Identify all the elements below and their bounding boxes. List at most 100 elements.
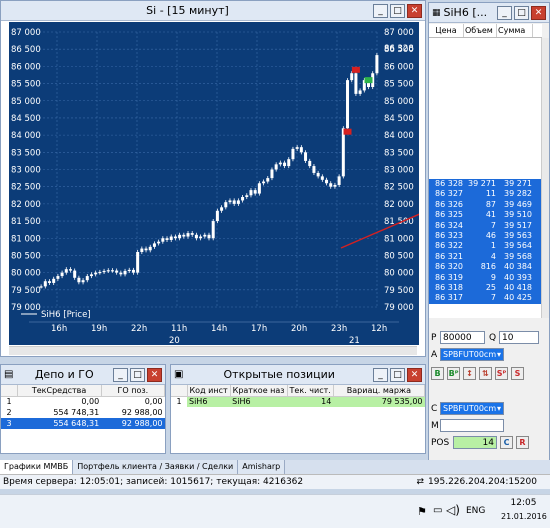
pos-cell: 79 535,00 <box>381 397 423 407</box>
book-cell: 40 418 <box>504 282 532 292</box>
account-row: A SPBFUT00cm ▾ <box>431 348 504 361</box>
positions-close-button[interactable]: ✕ <box>407 367 422 382</box>
chart-hscrollbar[interactable] <box>9 346 417 355</box>
book-row[interactable]: 86 327 11 39 282 <box>429 189 542 200</box>
candle-body <box>73 270 77 278</box>
candle-body <box>106 270 110 272</box>
candle-body <box>358 90 362 94</box>
candle-body <box>329 183 333 187</box>
reverse-button[interactable]: ⇅ <box>479 367 492 380</box>
book-row[interactable]: 86 326 87 39 469 <box>429 199 542 211</box>
buy-button[interactable]: B <box>431 367 444 380</box>
maximize-button[interactable]: □ <box>390 3 405 18</box>
book-maximize-button[interactable]: □ <box>514 5 529 20</box>
positions-maximize-button[interactable]: □ <box>390 367 405 382</box>
day-label: 21 <box>349 336 360 345</box>
book-row[interactable]: 86 325 41 39 510 <box>429 210 542 221</box>
price-input[interactable] <box>440 331 485 344</box>
candle-body <box>186 233 190 237</box>
status-bar: Время сервера: 12:05:01; записей: 101561… <box>0 474 550 489</box>
client-value: SPBFUT00cm <box>443 404 497 413</box>
close-button[interactable]: ✕ <box>407 3 422 18</box>
depo-maximize-button[interactable]: □ <box>130 367 145 382</box>
book-cell: 40 393 <box>504 272 532 282</box>
table-row[interactable]: 1 0,00 0,00 <box>1 396 165 407</box>
book-row[interactable]: 86 319 9 40 393 <box>429 272 542 283</box>
table-row[interactable]: 2 554 748,31 92 988,00 <box>1 407 165 418</box>
y-tick-label-left: 87 000 <box>11 28 41 38</box>
candle-body <box>81 280 85 283</box>
book-cell: 39 517 <box>504 220 532 230</box>
depo-close-button[interactable]: ✕ <box>147 367 162 382</box>
candle-body <box>207 234 211 239</box>
book-cell: 86 328 <box>435 179 463 188</box>
y-tick-label-left: 81 000 <box>11 234 41 244</box>
depo-minimize-button[interactable]: _ <box>113 367 128 382</box>
book-cell: 39 469 <box>504 199 532 209</box>
move-order-button[interactable]: ↕ <box>463 367 476 380</box>
y-tick-label-left: 79 000 <box>11 303 41 313</box>
account-select[interactable]: SPBFUT00cm ▾ <box>440 348 504 361</box>
candle-body <box>199 236 203 239</box>
book-row[interactable]: 86 323 46 39 563 <box>429 230 542 242</box>
y-tick-label-left: 83 500 <box>11 148 41 158</box>
sell-limit-button[interactable]: Sᴾ <box>495 367 508 380</box>
x-tick-label: 16h <box>51 324 67 334</box>
book-cell: 39 563 <box>504 230 532 240</box>
connection-icon: ⇄ <box>416 477 425 487</box>
book-row[interactable]: 86 322 1 39 564 <box>429 241 542 252</box>
book-cell: 41 <box>485 210 496 220</box>
candle-body <box>77 277 81 283</box>
clock-date[interactable]: 21.01.2016 <box>501 512 547 521</box>
table-row[interactable]: 1 SiH6 SiH6 14 79 535,00 <box>171 396 425 407</box>
client-select[interactable]: SPBFUT00cm ▾ <box>440 402 504 415</box>
table-row[interactable]: 3 554 648,31 92 988,00 <box>1 418 165 429</box>
book-row[interactable]: 86 324 7 39 517 <box>429 220 542 231</box>
x-tick-label: 22h <box>131 324 147 334</box>
book-row[interactable]: 86 318 25 40 418 <box>429 282 542 294</box>
book-cell: 9 <box>490 272 496 282</box>
pos-cell: SiH6 <box>232 397 251 407</box>
qty-input[interactable] <box>499 331 539 344</box>
flag-icon[interactable]: ⚑ <box>417 505 427 518</box>
c-button[interactable]: C <box>500 436 513 449</box>
book-minimize-button[interactable]: _ <box>497 5 512 20</box>
candle-body <box>169 236 173 240</box>
grid-icon: ▦ <box>432 7 441 18</box>
y-tick-label-left: 86 500 <box>11 45 41 55</box>
candle-body <box>341 128 345 177</box>
sell-button[interactable]: S <box>511 367 524 380</box>
language-indicator[interactable]: ENG <box>466 506 485 516</box>
book-rows: 86 328 39 271 39 271 86 327 11 39 282 86 326 87… <box>429 179 542 304</box>
positions-minimize-button[interactable]: _ <box>373 367 388 382</box>
book-row[interactable]: 86 317 7 40 425 <box>429 293 542 304</box>
clock-time[interactable]: 12:05 <box>501 498 546 508</box>
candle-body <box>346 80 350 129</box>
tab-amisharp[interactable]: Amisharp <box>238 460 286 474</box>
book-row[interactable]: 86 321 4 39 568 <box>429 251 542 263</box>
tab-portfolio[interactable]: Портфель клиента / Заявки / Сделки <box>73 460 239 474</box>
candle-body <box>161 238 165 242</box>
r-button[interactable]: R <box>516 436 529 449</box>
candle-body <box>278 162 282 165</box>
candle-body <box>182 234 186 237</box>
candle-body <box>178 234 182 239</box>
pos-row: POS C R <box>431 436 532 449</box>
book-row[interactable]: 86 328 39 271 39 271 <box>429 179 542 190</box>
buy-limit-button[interactable]: Bᴾ <box>447 367 460 380</box>
book-row[interactable]: 86 320 816 40 384 <box>429 262 542 273</box>
candle-body <box>253 190 257 194</box>
book-scrollbar[interactable] <box>541 38 549 318</box>
book-close-button[interactable]: ✕ <box>531 5 546 20</box>
candle-body <box>325 179 329 184</box>
volume-icon[interactable]: ◁) <box>446 503 460 517</box>
book-titlebar: ▦ SiH6 [... _ □ ✕ <box>429 3 549 23</box>
comment-input[interactable] <box>440 419 504 432</box>
depo-cell: 92 988,00 <box>121 419 163 428</box>
tab-charts[interactable]: Графики ММВБ <box>0 460 74 474</box>
candle-body <box>140 248 144 252</box>
depo-cell: 2 <box>6 408 12 417</box>
minimize-button[interactable]: _ <box>373 3 388 18</box>
price-chart[interactable]: 87 000 87 000 86 500 86 500 86 000 86 000 85 5… <box>9 22 419 345</box>
network-icon[interactable]: ▭ <box>433 505 442 516</box>
